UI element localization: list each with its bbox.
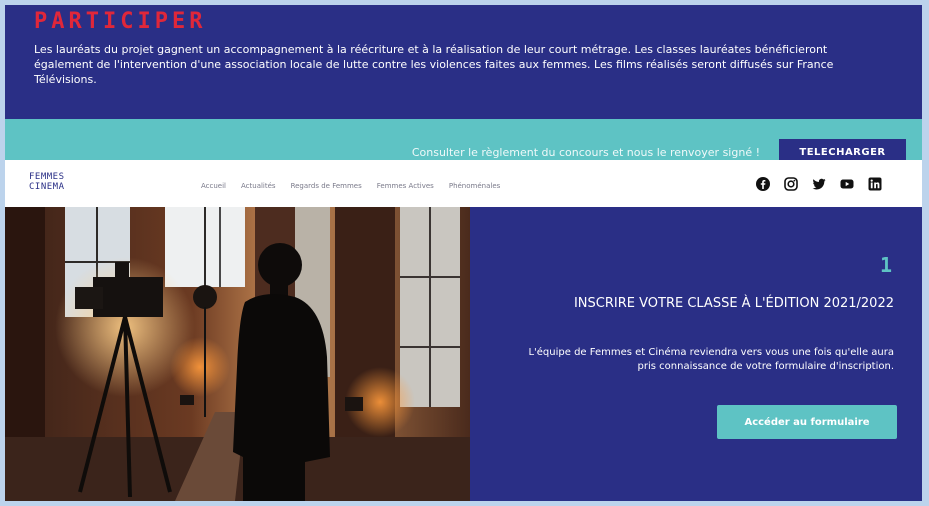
page-frame: PARTICIPER Les lauréats du projet gagnen… — [5, 5, 922, 501]
nav-item-actualites[interactable]: Actualités — [241, 182, 276, 190]
youtube-icon[interactable] — [840, 177, 854, 191]
reglement-banner: Consulter le règlement du concours et no… — [5, 119, 922, 165]
nav-item-accueil[interactable]: Accueil — [201, 182, 226, 190]
logo-line-2: CINEMA — [29, 182, 65, 192]
film-set-photo — [5, 207, 470, 501]
acceder-formulaire-button[interactable]: Accéder au formulaire — [717, 405, 897, 439]
step-number: 1 — [879, 253, 892, 277]
film-set-illustration — [5, 207, 470, 501]
social-links — [756, 177, 882, 191]
site-logo[interactable]: FEMMES CINEMA — [29, 172, 65, 192]
twitter-icon[interactable] — [812, 177, 826, 191]
nav-item-phenomenales[interactable]: Phénoménales — [449, 182, 500, 190]
reglement-message: Consulter le règlement du concours et no… — [411, 146, 760, 159]
linkedin-icon[interactable] — [868, 177, 882, 191]
inscription-panel: 1 INSCRIRE VOTRE CLASSE À L'ÉDITION 2021… — [470, 207, 922, 501]
participer-text: Les lauréats du projet gagnent un accomp… — [34, 43, 834, 86]
inscription-description: L'équipe de Femmes et Cinéma reviendra v… — [528, 347, 894, 372]
nav-item-femmes-actives[interactable]: Femmes Actives — [377, 182, 434, 190]
nav-item-regards-de-femmes[interactable]: Regards de Femmes — [291, 182, 362, 190]
instagram-icon[interactable] — [784, 177, 798, 191]
participer-heading: PARTICIPER — [34, 9, 207, 34]
participer-section: PARTICIPER Les lauréats du projet gagnen… — [5, 5, 922, 117]
logo-line-1: FEMMES — [29, 172, 65, 182]
main-navbar: FEMMES CINEMA Accueil Actualités Regards… — [5, 160, 922, 207]
nav-menu: Accueil Actualités Regards de Femmes Fem… — [201, 182, 500, 190]
facebook-icon[interactable] — [756, 177, 770, 191]
hero-section: 1 INSCRIRE VOTRE CLASSE À L'ÉDITION 2021… — [5, 207, 922, 501]
inscription-title: INSCRIRE VOTRE CLASSE À L'ÉDITION 2021/2… — [573, 296, 894, 311]
